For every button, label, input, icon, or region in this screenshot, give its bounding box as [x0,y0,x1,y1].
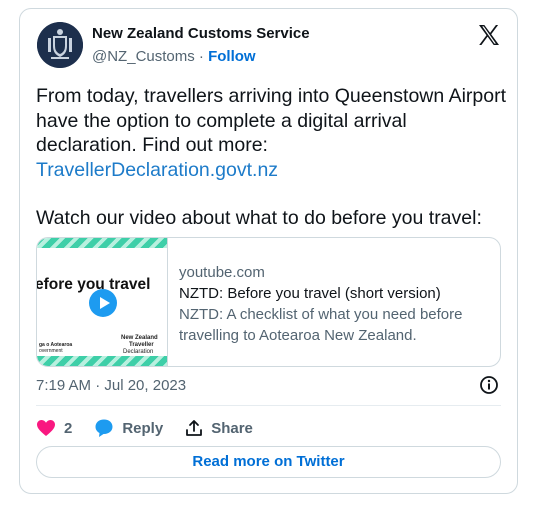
follow-button[interactable]: Follow [208,48,256,65]
handle-separator: · [194,48,209,65]
author-display-name[interactable]: New Zealand Customs Service [92,25,310,42]
x-logo-icon[interactable] [477,23,501,47]
tweet-paragraph-2: Watch our video about what to do before … [36,207,482,229]
thumbnail-stripe-bottom [37,356,167,366]
thumbnail-gov-line2: overnment [39,348,63,354]
customs-logo-avatar[interactable] [37,22,83,68]
divider [36,405,501,406]
like-count: 2 [64,419,73,437]
youtube-link-card[interactable]: efore you travel ga o Aotearoa overnment… [36,237,501,367]
tweet-actions: 2 Reply Share [36,417,275,439]
embedded-tweet-card: New Zealand Customs Service @NZ_Customs … [19,8,518,494]
share-label: Share [211,419,253,437]
like-button[interactable]: 2 [36,419,72,437]
author-handle[interactable]: @NZ_Customs [92,48,195,65]
tweet-timestamp[interactable]: 7:19 AM · Jul 20, 2023 [36,377,186,394]
read-more-button[interactable]: Read more on Twitter [36,446,501,478]
info-icon[interactable] [479,375,499,395]
link-card-description: NZTD: A checklist of what you need befor… [179,306,463,344]
tweet-paragraph-1: From today, travellers arriving into Que… [36,85,506,156]
reply-label: Reply [122,419,164,437]
share-icon [186,420,203,436]
play-icon[interactable] [89,289,117,317]
video-thumbnail[interactable]: efore you travel ga o Aotearoa overnment… [37,238,168,366]
author-handle-row: @NZ_Customs · Follow [92,48,256,65]
heart-icon [37,420,55,436]
thumbnail-logo-line1: New Zealand [121,335,158,341]
thumbnail-logo-line3: Declaration [123,349,154,355]
traveller-declaration-link[interactable]: TravellerDeclaration.govt.nz [36,158,511,183]
reply-button[interactable]: Reply [94,418,163,438]
link-card-domain: youtube.com [179,264,265,281]
link-card-body: youtube.com NZTD: Before you travel (sho… [179,262,489,346]
reply-bubble-icon [95,419,113,437]
thumbnail-logo-line2: Traveller [129,342,154,348]
link-card-title[interactable]: NZTD: Before you travel (short version) [179,283,489,304]
thumbnail-stripe-top [37,238,167,248]
tweet-text: From today, travellers arriving into Que… [36,84,511,231]
share-button[interactable]: Share [185,419,253,437]
